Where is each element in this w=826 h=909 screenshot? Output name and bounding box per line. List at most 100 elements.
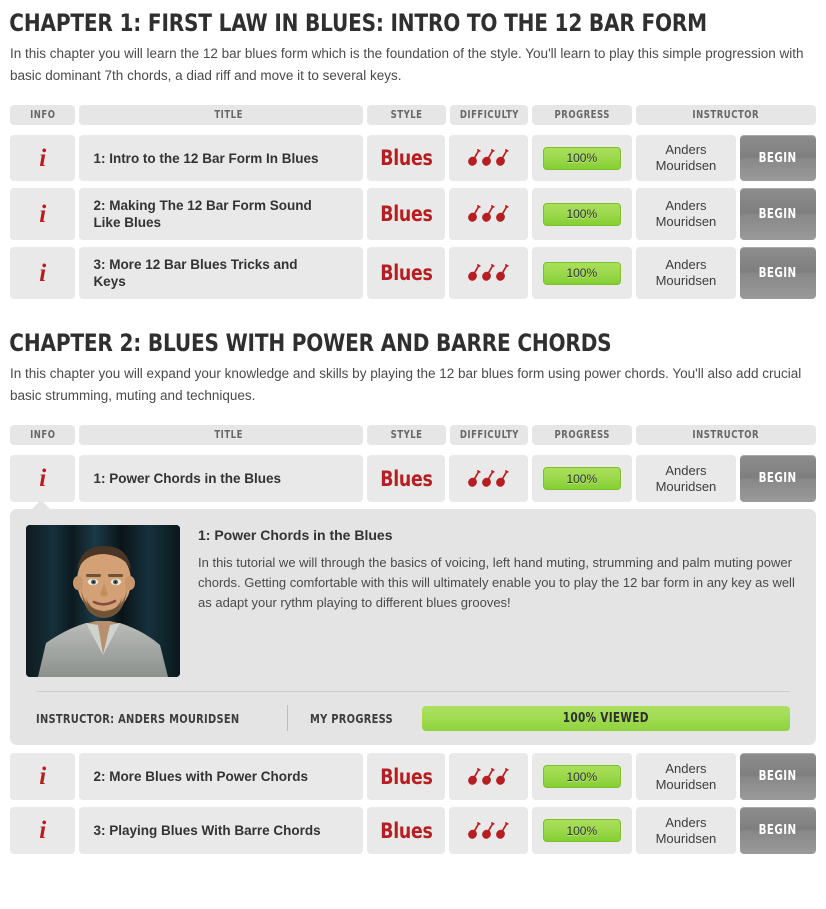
guitar-icon bbox=[496, 149, 509, 166]
progress-badge: 100% bbox=[542, 261, 621, 285]
style-cell: Blues bbox=[367, 753, 446, 800]
lesson-title-cell[interactable]: 3: More 12 Bar Blues Tricks and Keys bbox=[79, 247, 364, 299]
info-cell[interactable]: i bbox=[10, 455, 76, 502]
lesson-title-cell[interactable]: 1: Power Chords in the Blues bbox=[79, 455, 364, 502]
style-label: Blues bbox=[380, 202, 433, 226]
instructor-first-name: Anders bbox=[665, 462, 707, 478]
style-cell: Blues bbox=[367, 188, 446, 240]
guitar-icon bbox=[468, 205, 481, 222]
difficulty-rating bbox=[468, 767, 509, 787]
detail-title: 1: Power Chords in the Blues bbox=[198, 527, 393, 543]
style-label: Blues bbox=[380, 261, 433, 285]
info-icon[interactable]: i bbox=[39, 261, 46, 286]
progress-cell: 100% bbox=[531, 455, 632, 502]
column-header-title: TITLE bbox=[79, 105, 364, 125]
table-row[interactable]: i 2: Making The 12 Bar Form Sound Like B… bbox=[10, 188, 816, 240]
difficulty-cell bbox=[449, 135, 528, 181]
difficulty-cell bbox=[449, 753, 528, 800]
lesson-title-cell[interactable]: 1: Intro to the 12 Bar Form In Blues bbox=[79, 135, 364, 181]
table-header-row: INFO TITLE STYLE DIFFICULTY PROGRESS INS… bbox=[10, 425, 816, 445]
guitar-icon bbox=[468, 767, 481, 785]
divider bbox=[287, 705, 289, 731]
style-cell: Blues bbox=[367, 135, 446, 181]
guitar-icon bbox=[496, 264, 509, 281]
table-row[interactable]: i 3: Playing Blues With Barre Chords Blu… bbox=[10, 807, 816, 854]
column-header-progress: PROGRESS bbox=[532, 425, 633, 445]
begin-button[interactable]: BEGIN bbox=[740, 753, 816, 800]
progress-badge: 100% bbox=[542, 146, 621, 170]
info-cell[interactable]: i bbox=[10, 753, 76, 800]
guitar-icon bbox=[468, 469, 481, 487]
lesson-title: 2: Making The 12 Bar Form Sound Like Blu… bbox=[93, 198, 312, 230]
info-cell[interactable]: i bbox=[10, 188, 76, 240]
guitar-icon bbox=[482, 469, 495, 487]
progress-cell: 100% bbox=[531, 135, 632, 181]
begin-button[interactable]: BEGIN bbox=[740, 188, 816, 240]
column-header-instructor: INSTRUCTOR bbox=[636, 425, 816, 445]
instructor-cell: Anders Mouridsen bbox=[635, 135, 736, 181]
page-title: CHAPTER 1: FIRST LAW IN BLUES: INTRO TO … bbox=[9, 9, 707, 37]
guitar-icon bbox=[482, 205, 495, 222]
progress-bar-track: 100% VIEWED bbox=[422, 705, 790, 731]
instructor-cell: Anders Mouridsen bbox=[635, 753, 736, 800]
lesson-title: 1: Intro to the 12 Bar Form In Blues bbox=[93, 150, 319, 166]
info-cell[interactable]: i bbox=[10, 135, 76, 181]
column-header-info: INFO bbox=[10, 105, 76, 125]
guitar-icon bbox=[468, 149, 481, 166]
guitar-icon bbox=[496, 205, 509, 222]
instructor-first-name: Anders bbox=[665, 257, 707, 272]
course-chapter-listing: CHAPTER 1: FIRST LAW IN BLUES: INTRO TO … bbox=[0, 0, 826, 854]
begin-button[interactable]: BEGIN bbox=[740, 807, 816, 854]
info-icon[interactable]: i bbox=[39, 764, 46, 789]
info-icon[interactable]: i bbox=[39, 202, 46, 227]
instructor-cell: Anders Mouridsen bbox=[635, 807, 736, 854]
begin-cell: BEGIN bbox=[740, 135, 816, 181]
begin-cell: BEGIN bbox=[740, 188, 816, 240]
table-row[interactable]: i 1: Intro to the 12 Bar Form In Blues B… bbox=[10, 135, 816, 181]
lesson-table-chapter-2-cont: i 2: More Blues with Power Chords Blues … bbox=[0, 753, 826, 854]
info-cell[interactable]: i bbox=[10, 807, 76, 854]
lesson-title-cell[interactable]: 2: Making The 12 Bar Form Sound Like Blu… bbox=[79, 188, 364, 240]
table-row[interactable]: i 2: More Blues with Power Chords Blues … bbox=[10, 753, 816, 800]
lesson-title-cell[interactable]: 2: More Blues with Power Chords bbox=[79, 753, 364, 800]
lesson-title-cell[interactable]: 3: Playing Blues With Barre Chords bbox=[79, 807, 364, 854]
info-cell[interactable]: i bbox=[10, 247, 76, 299]
instructor-last-name: Mouridsen bbox=[655, 158, 717, 173]
table-row[interactable]: i 3: More 12 Bar Blues Tricks and Keys B… bbox=[10, 247, 816, 299]
begin-button[interactable]: BEGIN bbox=[740, 135, 816, 181]
my-progress-label: MY PROGRESS bbox=[310, 710, 394, 726]
info-icon[interactable]: i bbox=[39, 146, 46, 171]
guitar-icon bbox=[496, 767, 509, 785]
begin-cell: BEGIN bbox=[740, 247, 816, 299]
detail-instructor-label: INSTRUCTOR: ANDERS MOURIDSEN bbox=[36, 710, 240, 726]
progress-badge: 100% bbox=[542, 202, 621, 226]
instructor-name: Anders Mouridsen bbox=[656, 761, 717, 793]
info-icon[interactable]: i bbox=[39, 466, 46, 491]
begin-button[interactable]: BEGIN bbox=[740, 455, 816, 502]
instructor-name: Anders Mouridsen bbox=[656, 257, 717, 289]
column-header-title: TITLE bbox=[79, 425, 364, 445]
style-label: Blues bbox=[380, 146, 433, 170]
column-header-info: INFO bbox=[10, 425, 76, 445]
column-header-progress: PROGRESS bbox=[532, 105, 633, 125]
begin-cell: BEGIN bbox=[740, 455, 816, 502]
lesson-table-chapter-2: INFO TITLE STYLE DIFFICULTY PROGRESS INS… bbox=[0, 425, 826, 502]
column-header-difficulty: DIFFICULTY bbox=[449, 105, 529, 125]
begin-button[interactable]: BEGIN bbox=[740, 247, 816, 299]
guitar-icon bbox=[468, 821, 481, 839]
instructor-first-name: Anders bbox=[665, 198, 707, 213]
instructor-first-name: Anders bbox=[665, 760, 707, 776]
progress-badge: 100% bbox=[542, 819, 621, 842]
chapter-description: In this chapter you will learn the 12 ba… bbox=[10, 46, 804, 83]
guitar-icon bbox=[496, 821, 509, 839]
detail-description: In this tutorial we will through the bas… bbox=[198, 555, 795, 610]
avatar bbox=[26, 525, 180, 677]
instructor-cell: Anders Mouridsen bbox=[635, 188, 736, 240]
lesson-title: 3: Playing Blues With Barre Chords bbox=[93, 823, 321, 838]
lesson-detail-panel: 1: Power Chords in the Blues In this tut… bbox=[10, 509, 816, 745]
lesson-title: 1: Power Chords in the Blues bbox=[93, 471, 281, 486]
info-icon[interactable]: i bbox=[39, 818, 46, 843]
instructor-last-name: Mouridsen bbox=[655, 830, 717, 846]
table-row[interactable]: i 1: Power Chords in the Blues Blues 100… bbox=[10, 455, 816, 502]
difficulty-rating bbox=[468, 821, 509, 841]
